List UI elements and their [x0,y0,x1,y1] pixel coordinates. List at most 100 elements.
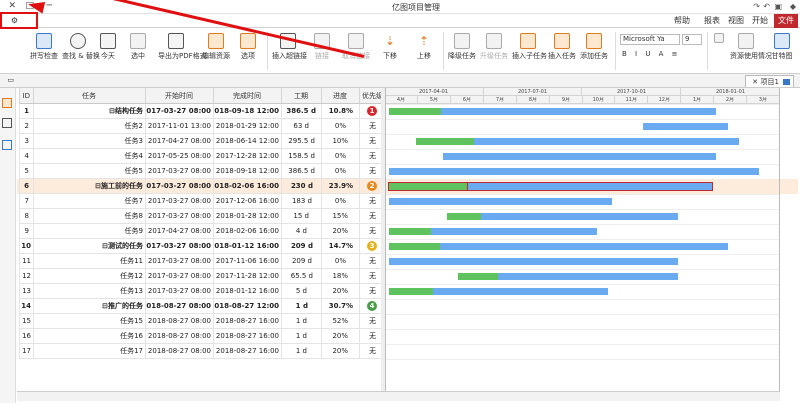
table-cell: 2017-03-27 08:00 [145,254,213,269]
table-cell: 7 [19,194,33,209]
insert-task-button[interactable]: 插入任务 [546,31,578,69]
table-cell[interactable]: 任务4 [33,149,145,164]
gantt-icon [774,33,790,49]
table-cell: 2017-03-27 08:00 [145,284,213,299]
resource-side-icon[interactable] [2,140,12,150]
table-cell: 2018-01-12 16:00 [213,284,281,299]
gantt-bar[interactable] [389,168,759,175]
select-button[interactable]: 选中 [122,31,154,69]
table-cell[interactable]: 任务9 [33,224,145,239]
table-cell[interactable]: 任务7 [33,194,145,209]
timeline-month: 6月 [449,96,483,104]
tab-report[interactable]: 报表 [700,14,724,28]
tab-help[interactable]: 帮助 [670,14,694,28]
table-cell[interactable]: ⊟结构任务 [33,104,145,119]
gantt-bar[interactable] [442,153,717,160]
table-cell: 0% [321,149,359,164]
gantt-bar[interactable] [465,182,714,191]
gantt-bar-progress[interactable] [389,288,433,295]
gantt-horizontal-scrollbar[interactable] [417,391,780,401]
gantt-bar-progress[interactable] [446,213,482,220]
paste-button[interactable] [712,31,726,69]
table-cell: 386.5 d [281,104,321,119]
gantt-row-line [385,224,779,225]
table-cell: 52% [321,314,359,329]
table-cell[interactable]: 任务5 [33,164,145,179]
add-task-button[interactable]: 添加任务 [578,31,610,69]
table-cell: 2017-03-27 08:00 [145,269,213,284]
table-cell[interactable]: 任务17 [33,344,145,359]
undo-icon[interactable]: ↶ [763,2,770,11]
gantt-bar-progress[interactable] [458,273,498,280]
gantt-bar[interactable] [497,273,678,280]
table-cell[interactable]: 任务16 [33,329,145,344]
table-cell: 2018-01-29 12:00 [213,119,281,134]
gantt-bar-progress[interactable] [415,138,475,145]
move-down-button[interactable]: ⇣ 下移 [374,31,406,69]
gantt-bar[interactable] [389,198,613,205]
table-cell[interactable]: 任务8 [33,209,145,224]
edit-resource-button[interactable]: 编辑资源 [200,31,232,69]
find-replace-button[interactable]: 查找 & 替换 [62,31,100,69]
table-cell: 4 d [281,224,321,239]
table-cell[interactable]: 任务11 [33,254,145,269]
tab-file[interactable]: 文件 [774,14,798,28]
vertical-scrollbar[interactable] [381,88,385,391]
insert-subtask-button[interactable]: 插入子任务 [512,31,547,69]
document-tab[interactable]: 项目1 ✕ [745,75,794,87]
table-cell[interactable]: 任务12 [33,269,145,284]
gantt-bar[interactable] [441,108,717,115]
downgrade-task-button[interactable]: 降级任务 [446,31,478,69]
close-icon[interactable]: ✕ [8,1,16,11]
font-name-select[interactable]: Microsoft Ya [620,34,680,45]
table-cell[interactable]: ⊟推广的任务 [33,299,145,314]
gantt-bar[interactable] [439,243,728,250]
tab-home[interactable]: 开始 [748,14,772,28]
options-button[interactable]: 选项 [232,31,264,69]
table-cell[interactable]: 任务2 [33,119,145,134]
resource-usage-button[interactable]: 资源使用情况 [730,31,772,69]
gantt-bar-progress[interactable] [389,108,442,115]
column-header[interactable]: 进度 [321,88,359,104]
gantt-bar-progress[interactable] [389,228,431,235]
export-pdf-button[interactable]: 导出为PDF格式 [158,31,207,69]
gantt-bar[interactable] [474,138,740,145]
column-header[interactable]: 任务 [33,88,145,104]
table-cell: 20% [321,344,359,359]
tab-view[interactable]: 视图 [724,14,748,28]
table-cell: 14 [19,299,33,314]
minimize-icon[interactable]: ─ [47,1,52,11]
table-cell[interactable]: 任务15 [33,314,145,329]
font-size-select[interactable]: 9 [682,34,702,45]
gantt-bar[interactable] [389,258,678,265]
gantt-bar-progress[interactable] [389,243,440,250]
redo-icon[interactable]: ↷ [753,2,760,11]
table-cell[interactable]: 任务13 [33,284,145,299]
spellcheck-button[interactable]: 拼写检查 [28,31,60,69]
gantt-bar[interactable] [432,288,609,295]
priority-badge: 4 [367,301,378,311]
grid-horizontal-scrollbar[interactable] [17,391,417,401]
format-tools[interactable]: B I U A ≡ [620,50,702,61]
gantt-bar[interactable] [481,213,678,220]
column-header[interactable]: 开始时间 [145,88,213,104]
table-cell: 14.7% [321,239,359,254]
move-up-button[interactable]: ⇡ 上移 [408,31,440,69]
briefcase-icon[interactable] [2,118,12,128]
table-cell[interactable]: ⊟测试的任务 [33,239,145,254]
today-button[interactable]: 今天 [92,31,124,69]
pin-icon[interactable]: ▭ [7,76,14,84]
gantt-bar[interactable] [430,228,597,235]
column-header[interactable]: ID [19,88,33,104]
column-header[interactable]: 工期 [281,88,321,104]
gantt-bar[interactable] [643,123,728,130]
column-header[interactable]: 完成时间 [213,88,281,104]
table-cell[interactable]: 任务3 [33,134,145,149]
gantt-view-button[interactable]: 甘特图 [766,31,798,69]
upgrade-task-button[interactable]: 升级任务 [478,31,510,69]
table-cell[interactable]: ⊟施工前的任务 [33,179,145,194]
gantt-side-icon[interactable] [2,98,12,108]
table-cell: 2017-12-06 16:00 [213,194,281,209]
gantt-bar-progress[interactable] [388,182,468,191]
save-icon[interactable]: ▣ [774,2,782,11]
